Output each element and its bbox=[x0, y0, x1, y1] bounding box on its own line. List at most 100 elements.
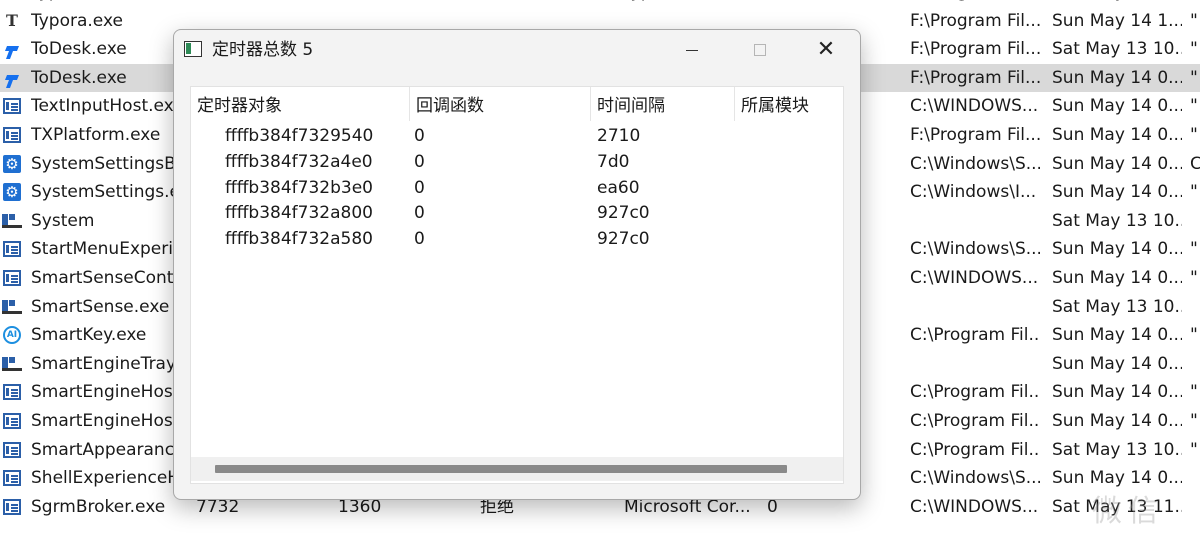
process-name: ShellExperienceH... bbox=[31, 468, 181, 489]
process-extra: " bbox=[1190, 411, 1198, 431]
window-icon bbox=[2, 92, 22, 120]
callback-address: 0 bbox=[414, 177, 425, 198]
typora-icon: T bbox=[2, 0, 22, 6]
callback-address: 0 bbox=[414, 126, 425, 146]
list-item[interactable]: ffffb384f732b3e0 0 ea60 bbox=[191, 175, 843, 201]
process-path: C:\Program Fil... bbox=[910, 325, 1040, 346]
process-extra: " bbox=[1190, 382, 1198, 403]
process-path bbox=[910, 293, 1040, 321]
process-start-time: Sun May 14 0... bbox=[1052, 411, 1182, 431]
list-item[interactable]: ffffb384f732a800 0 927c0 bbox=[191, 200, 843, 226]
process-extra: " bbox=[1190, 96, 1198, 117]
process-name: TextInputHost.exe bbox=[31, 96, 181, 117]
process-start-time: Sun May 14 0... bbox=[1052, 325, 1182, 346]
process-extra: " bbox=[1190, 125, 1198, 145]
process-name: SmartSenseCont. bbox=[31, 268, 179, 288]
process-extra: " bbox=[1190, 182, 1198, 203]
dialog-titlebar[interactable]: 定时器总数 5 ✕ bbox=[174, 30, 860, 70]
process-status: -- bbox=[480, 0, 600, 6]
process-extra: " bbox=[1190, 268, 1198, 288]
process-path: C:\Windows\S... bbox=[910, 239, 1040, 260]
process-ppid: 30416 bbox=[338, 0, 458, 6]
close-icon: ✕ bbox=[816, 37, 836, 62]
process-extra: " bbox=[1190, 67, 1198, 88]
timer-object: ffffb384f732a580 bbox=[225, 229, 373, 250]
column-header-timer-object[interactable]: 定时器对象 bbox=[191, 87, 410, 121]
column-header-interval[interactable]: 时间间隔 bbox=[591, 87, 735, 121]
process-path: C:\WINDOWS... bbox=[910, 268, 1039, 288]
system-icon bbox=[2, 207, 22, 235]
list-header: 定时器对象 回调函数 时间间隔 所属模块 bbox=[191, 87, 843, 121]
process-path: C:\Windows\I... bbox=[910, 182, 1037, 203]
table-row[interactable]: T Typora.exe 26436 30416 -- typora.io 3 F:\Prog… bbox=[0, 0, 1200, 6]
process-extra bbox=[1190, 350, 1200, 378]
process-path: F:\Program Fil... bbox=[910, 10, 1040, 31]
maximize-icon bbox=[754, 44, 766, 56]
scrollbar-thumb[interactable] bbox=[215, 465, 787, 473]
process-name: SmartEngineHos. bbox=[31, 382, 179, 403]
todesk-icon bbox=[2, 64, 22, 92]
timer-interval: 927c0 bbox=[597, 203, 650, 224]
timer-interval: 2710 bbox=[597, 126, 641, 146]
smartkey-icon: AI bbox=[2, 321, 22, 349]
process-start-time: Sun May 14 0... bbox=[1052, 182, 1182, 203]
timer-interval: 927c0 bbox=[597, 229, 650, 250]
close-button[interactable]: ✕ bbox=[796, 30, 856, 70]
timer-object: ffffb384f732a800 bbox=[225, 203, 373, 224]
dialog-title: 定时器总数 5 bbox=[212, 40, 314, 60]
process-name: Typora.exe bbox=[31, 0, 181, 6]
process-extra bbox=[1190, 207, 1200, 235]
process-name: SmartEngineHos. bbox=[31, 411, 179, 431]
process-start-time: Sat May 13 10... bbox=[1052, 439, 1182, 460]
process-extra: C bbox=[1190, 153, 1200, 174]
window-icon bbox=[2, 378, 22, 406]
process-path bbox=[910, 350, 1040, 378]
typora-icon: T bbox=[6, 10, 18, 30]
window-icon bbox=[2, 493, 22, 521]
process-path: C:\Program Fil... bbox=[910, 439, 1040, 460]
process-start-time: Sun May 14 1... bbox=[1052, 10, 1182, 31]
process-start-time: Sat May 13 10... bbox=[1052, 296, 1182, 317]
list-item[interactable]: ffffb384f7329540 0 2710 bbox=[191, 123, 843, 149]
process-name: StartMenuExperi. bbox=[31, 239, 179, 260]
process-name: SmartEngineTray. bbox=[31, 353, 180, 374]
process-path: F:\Program Fil... bbox=[910, 125, 1040, 145]
horizontal-scrollbar[interactable] bbox=[191, 457, 843, 481]
timer-interval: 7d0 bbox=[597, 151, 630, 172]
process-pid: 26436 bbox=[196, 0, 316, 6]
column-header-module[interactable]: 所属模块 bbox=[735, 87, 839, 121]
process-start-time: Sun May 14 0... bbox=[1052, 67, 1182, 88]
process-start-time: Sun May 14 0... bbox=[1052, 239, 1182, 260]
timer-interval: ea60 bbox=[597, 177, 640, 198]
process-start-time: Sat May 13 10... bbox=[1052, 210, 1182, 231]
column-header-callback[interactable]: 回调函数 bbox=[410, 87, 591, 121]
timer-object: ffffb384f732b3e0 bbox=[225, 177, 373, 198]
process-path: C:\Program Fil... bbox=[910, 382, 1040, 403]
window-icon bbox=[2, 121, 22, 149]
timer-list-view[interactable]: 定时器对象 回调函数 时间间隔 所属模块 ffffb384f7329540 0 27… bbox=[190, 86, 844, 484]
list-item[interactable]: ffffb384f732a580 0 927c0 bbox=[191, 226, 843, 252]
list-item[interactable]: ffffb384f732a4e0 0 7d0 bbox=[191, 149, 843, 175]
process-path: C:\Windows\S... bbox=[910, 468, 1040, 489]
minimize-button[interactable] bbox=[662, 30, 722, 70]
process-path: C:\Windows\S... bbox=[910, 153, 1040, 174]
process-extra: " bbox=[1190, 325, 1198, 346]
process-name: SystemSettings.e. bbox=[31, 182, 181, 203]
maximize-button[interactable] bbox=[730, 30, 790, 70]
process-extra bbox=[1190, 293, 1200, 321]
process-name: SmartAppearanc. bbox=[31, 439, 180, 460]
process-path bbox=[910, 207, 1040, 235]
window-icon bbox=[2, 264, 22, 292]
process-start-time: Sun May 14 1... bbox=[1052, 0, 1182, 6]
process-start-time: Sat May 13 10... bbox=[1052, 39, 1182, 60]
window-icon bbox=[184, 41, 202, 57]
process-start-time: Sun May 14 0... bbox=[1052, 268, 1182, 288]
system-icon bbox=[2, 293, 22, 321]
process-extra: " bbox=[1190, 239, 1198, 260]
process-start-time: Sun May 14 0... bbox=[1052, 153, 1182, 174]
callback-address: 0 bbox=[414, 203, 425, 224]
process-path: C:\Program Fil... bbox=[910, 411, 1040, 431]
window-icon bbox=[2, 407, 22, 435]
timer-object: ffffb384f7329540 bbox=[225, 126, 374, 146]
process-extra: " bbox=[1190, 39, 1198, 60]
